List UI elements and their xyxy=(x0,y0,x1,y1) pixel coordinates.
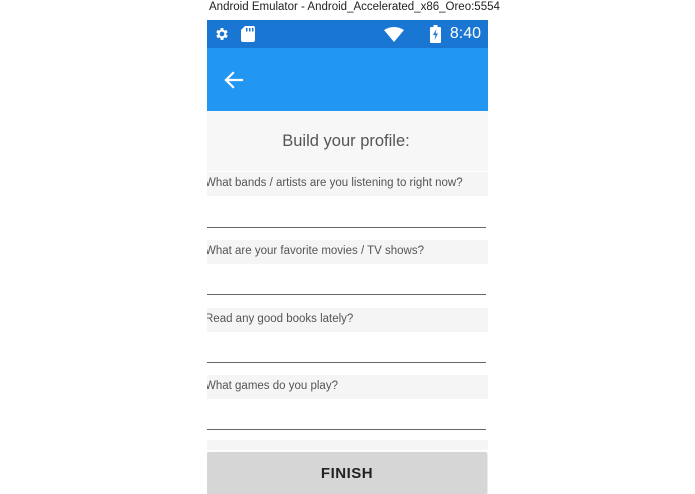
window-title: Android Emulator - Android_Accelerated_x… xyxy=(209,1,500,13)
app-bar xyxy=(207,48,488,111)
question-label-books: Read any good books lately? xyxy=(207,313,354,325)
books-input[interactable] xyxy=(207,340,486,363)
question-label-games: What games do you play? xyxy=(207,380,338,392)
arrow-left-icon xyxy=(224,71,244,89)
finish-button[interactable]: FINISH xyxy=(207,452,487,494)
status-time: 8:40 xyxy=(449,25,481,42)
games-input[interactable] xyxy=(207,407,486,430)
phone-screen: 8:40 Build your profile: What bands / ar… xyxy=(207,20,488,494)
wifi-icon xyxy=(384,27,404,47)
settings-icon xyxy=(214,26,230,47)
page-title: Build your profile: xyxy=(282,132,410,150)
question-label-movies: What are your favorite movies / TV shows… xyxy=(207,245,425,257)
question-label-bands: What bands / artists are you listening t… xyxy=(207,177,463,189)
bands-input[interactable] xyxy=(207,205,486,228)
battery-icon xyxy=(430,25,441,48)
back-button[interactable] xyxy=(217,64,249,96)
status-bar: 8:40 xyxy=(207,20,488,48)
movies-input[interactable] xyxy=(207,272,486,295)
bottom-band xyxy=(207,440,488,450)
sd-card-icon xyxy=(241,26,255,47)
